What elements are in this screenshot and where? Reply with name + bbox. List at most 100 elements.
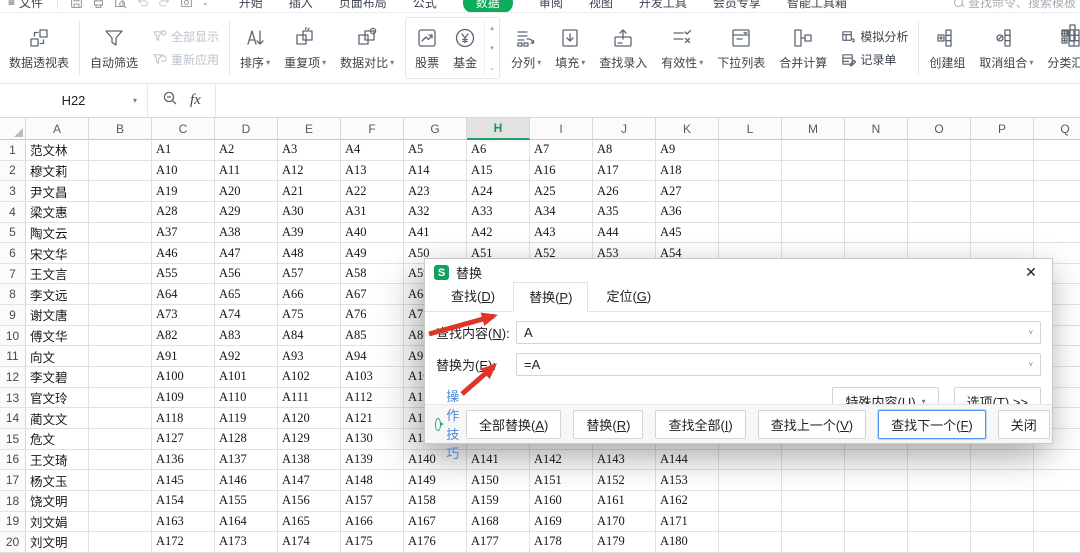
pivot-table-button[interactable]: 数据透视表 xyxy=(2,26,76,71)
cell[interactable]: A85 xyxy=(341,325,404,347)
tab-home[interactable]: 开始 xyxy=(239,0,263,11)
cell[interactable]: A92 xyxy=(215,346,278,368)
cell[interactable]: A177 xyxy=(467,532,530,553)
create-group-button[interactable]: 创建组 xyxy=(922,26,972,71)
cell[interactable]: A167 xyxy=(404,511,467,533)
column-header[interactable]: K xyxy=(656,118,719,140)
cell[interactable]: A160 xyxy=(530,490,593,512)
row-header[interactable]: 7 xyxy=(0,263,26,285)
cell[interactable]: A44 xyxy=(593,222,656,244)
cell[interactable]: 李文远 xyxy=(26,284,89,306)
cell[interactable] xyxy=(782,222,845,244)
cell[interactable]: A19 xyxy=(152,181,215,202)
cell[interactable]: 官文玲 xyxy=(26,387,89,409)
cell[interactable] xyxy=(908,160,971,182)
auto-filter-button[interactable]: 自动筛选 xyxy=(83,26,145,71)
cell[interactable] xyxy=(89,305,152,326)
row-header[interactable]: 5 xyxy=(0,222,26,244)
cell[interactable] xyxy=(908,490,971,512)
cell[interactable]: A137 xyxy=(215,449,278,471)
cell[interactable]: A24 xyxy=(467,181,530,202)
name-box[interactable]: H22 ▾ xyxy=(0,84,148,117)
cell[interactable]: A33 xyxy=(467,201,530,223)
cell[interactable]: A12 xyxy=(278,160,341,182)
cell[interactable]: A31 xyxy=(341,201,404,223)
cell[interactable]: A179 xyxy=(593,532,656,553)
cell[interactable] xyxy=(89,201,152,223)
cell[interactable]: A94 xyxy=(341,346,404,368)
cell[interactable]: A25 xyxy=(530,181,593,202)
column-header[interactable]: J xyxy=(593,118,656,140)
cell[interactable] xyxy=(89,387,152,409)
row-header[interactable]: 2 xyxy=(0,160,26,182)
cell[interactable] xyxy=(845,532,908,553)
file-menu-button[interactable]: ≡ 文件 xyxy=(0,0,53,11)
cell[interactable]: A13 xyxy=(341,160,404,182)
cell[interactable] xyxy=(1034,512,1080,533)
tab-formulas[interactable]: 公式 xyxy=(413,0,437,11)
row-header[interactable]: 16 xyxy=(0,449,26,471)
find-next-button[interactable]: 查找下一个(F) xyxy=(878,409,986,439)
lookup-entry-button[interactable]: 查找录入 xyxy=(592,26,654,71)
cell[interactable]: A64 xyxy=(152,284,215,306)
cell[interactable]: A28 xyxy=(152,201,215,223)
cell[interactable]: A141 xyxy=(467,449,530,471)
cell[interactable] xyxy=(971,490,1034,512)
tab-view[interactable]: 视图 xyxy=(589,0,613,11)
cell[interactable]: A65 xyxy=(215,284,278,306)
tab-developer[interactable]: 开发工具 xyxy=(639,0,687,11)
cell[interactable]: A10 xyxy=(152,160,215,182)
cell[interactable]: A154 xyxy=(152,490,215,512)
cell[interactable]: A83 xyxy=(215,325,278,347)
cell[interactable]: A170 xyxy=(593,511,656,533)
what-if-button[interactable]: 模拟分析 xyxy=(841,28,908,45)
cell[interactable]: A147 xyxy=(278,470,341,491)
cell[interactable] xyxy=(719,140,782,161)
cell[interactable] xyxy=(719,511,782,533)
cell[interactable]: 梁文惠 xyxy=(26,201,89,223)
cell[interactable]: A161 xyxy=(593,490,656,512)
cell[interactable]: A129 xyxy=(278,428,341,450)
cell[interactable]: 刘文娟 xyxy=(26,511,89,533)
cell[interactable]: A55 xyxy=(152,263,215,285)
cell[interactable]: A163 xyxy=(152,511,215,533)
cell[interactable]: A66 xyxy=(278,284,341,306)
replace-button[interactable]: 替换(R) xyxy=(573,409,644,439)
duplicates-button[interactable]: 重复项 ▾ xyxy=(277,26,333,71)
cell[interactable] xyxy=(971,532,1034,553)
column-header[interactable]: L xyxy=(719,118,782,140)
cell[interactable] xyxy=(782,201,845,223)
chevron-down-icon[interactable]: ˅ xyxy=(1028,360,1033,369)
cell[interactable] xyxy=(89,325,152,347)
tab-find[interactable]: 查找(D) xyxy=(435,281,511,311)
row-header[interactable]: 8 xyxy=(0,284,26,306)
cell[interactable]: A119 xyxy=(215,408,278,429)
column-header[interactable]: C xyxy=(152,118,215,140)
undo-icon[interactable] xyxy=(136,0,149,9)
find-previous-button[interactable]: 查找上一个(V) xyxy=(757,409,867,439)
cell[interactable]: A35 xyxy=(593,201,656,223)
cell[interactable]: A166 xyxy=(341,511,404,533)
cell[interactable]: A148 xyxy=(341,470,404,491)
cell[interactable]: A22 xyxy=(341,181,404,202)
gallery-more-icon[interactable]: ⌄ xyxy=(489,64,495,72)
cell[interactable]: A5 xyxy=(404,140,467,161)
cell[interactable]: A42 xyxy=(467,222,530,244)
cell[interactable] xyxy=(1034,202,1080,223)
scroll-up-icon[interactable]: ▴ xyxy=(490,24,494,32)
row-header[interactable]: 4 xyxy=(0,201,26,223)
cell[interactable]: A26 xyxy=(593,181,656,202)
row-header[interactable]: 11 xyxy=(0,346,26,368)
zoom-icon[interactable] xyxy=(162,90,178,111)
cell[interactable]: A130 xyxy=(341,428,404,450)
cell[interactable] xyxy=(719,181,782,202)
column-header[interactable]: D xyxy=(215,118,278,140)
tab-insert[interactable]: 插入 xyxy=(289,0,313,11)
cell[interactable]: 危文 xyxy=(26,428,89,450)
cell[interactable] xyxy=(782,449,845,471)
column-header[interactable]: E xyxy=(278,118,341,140)
cell[interactable]: 李文碧 xyxy=(26,367,89,388)
record-form-button[interactable]: 记录单 xyxy=(841,51,908,68)
cell[interactable] xyxy=(782,532,845,553)
column-header[interactable]: H xyxy=(467,118,530,140)
